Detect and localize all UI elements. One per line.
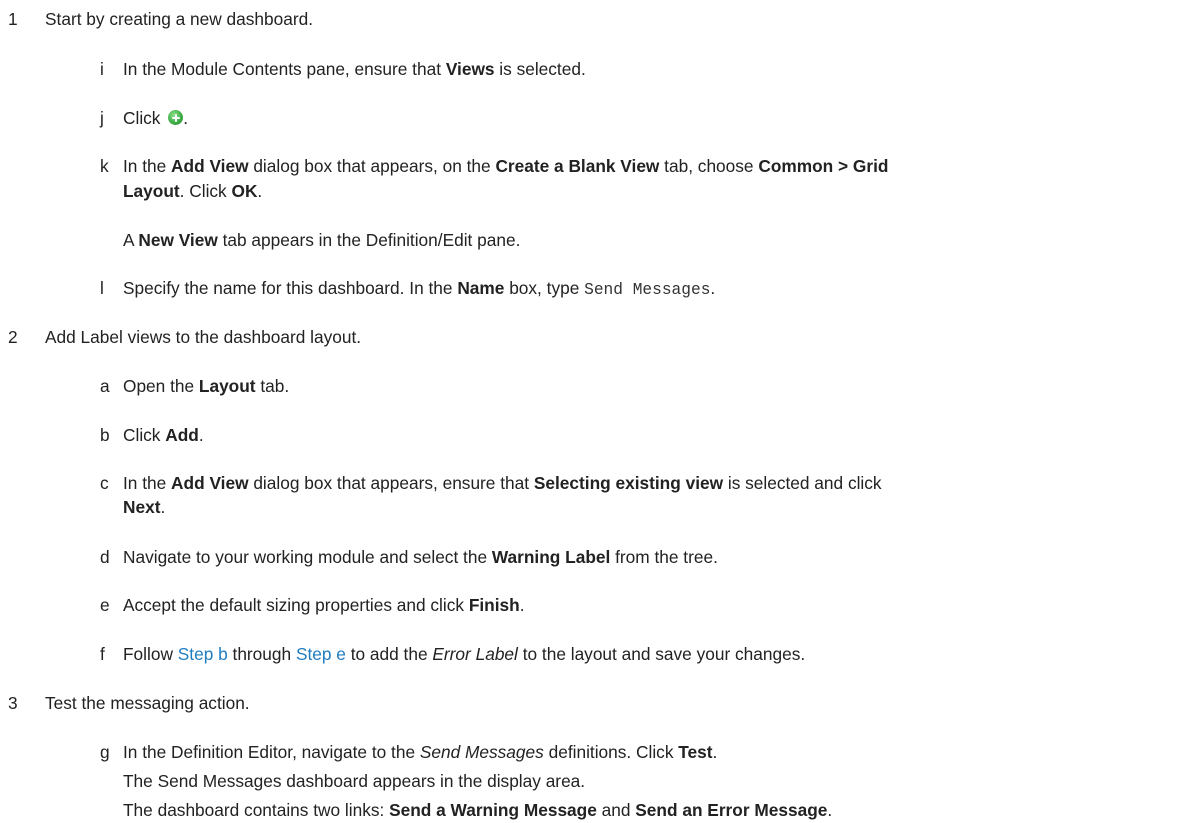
error-label-label: Error Label <box>432 644 518 664</box>
substep-g-result-2: The dashboard contains two links: Send a… <box>123 800 833 820</box>
substep-j-text: Click . <box>123 108 189 128</box>
substep-d-letter: d <box>100 547 110 567</box>
warning-label-label: Warning Label <box>491 547 611 567</box>
code-send-messages: Send Messages <box>584 281 711 299</box>
step-b-link[interactable]: Step b <box>178 644 228 664</box>
substep-d-text: Navigate to your working module and sele… <box>123 547 718 567</box>
substep-b-text: Click Add. <box>123 425 204 445</box>
substep-c-text-line2: Next. <box>123 497 166 517</box>
send-warning-message-label: Send a Warning Message <box>389 800 597 820</box>
finish-label: Finish <box>468 595 520 615</box>
substep-k-text-line1: In the Add View dialog box that appears,… <box>123 156 889 176</box>
substep-a-text: Open the Layout tab. <box>123 376 290 396</box>
substep-k-text-line2: Layout. Click OK. <box>123 181 263 201</box>
step-1-text: Start by creating a new dashboard. <box>45 9 314 29</box>
add-view-label: Add View <box>171 156 249 176</box>
substep-c-text-line1: In the Add View dialog box that appears,… <box>123 473 882 493</box>
next-label: Next <box>123 497 161 517</box>
views-label: Views <box>445 59 495 79</box>
add-view-label-2: Add View <box>171 473 249 493</box>
selecting-existing-view-label: Selecting existing view <box>533 473 724 493</box>
substep-g-letter: g <box>100 742 110 762</box>
layout-label: Layout <box>123 181 180 201</box>
substep-a-letter: a <box>100 376 110 396</box>
add-label: Add <box>165 425 199 445</box>
substep-j-letter: j <box>100 108 104 128</box>
create-blank-view-label: Create a Blank View <box>495 156 660 176</box>
step-e-link[interactable]: Step e <box>296 644 346 664</box>
new-view-label: New View <box>138 230 218 250</box>
ok-label: OK <box>231 181 258 201</box>
substep-i-text: In the Module Contents pane, ensure that… <box>123 59 586 79</box>
step-2-text: Add Label views to the dashboard layout. <box>45 327 362 347</box>
step-3-text: Test the messaging action. <box>45 693 250 713</box>
step-2-number: 2 <box>8 327 18 347</box>
substep-g-result-1: The Send Messages dashboard appears in t… <box>123 771 586 791</box>
substep-l-text: Specify the name for this dashboard. In … <box>123 278 716 299</box>
layout-tab-label: Layout <box>198 376 256 396</box>
substep-f-letter: f <box>100 644 105 664</box>
substep-e-letter: e <box>100 595 110 615</box>
substep-k-letter: k <box>100 156 109 176</box>
substep-k-result: A New View tab appears in the Definition… <box>123 230 521 250</box>
substep-g-text: In the Definition Editor, navigate to th… <box>123 742 718 762</box>
send-error-message-label: Send an Error Message <box>635 800 828 820</box>
substep-b-letter: b <box>100 425 110 445</box>
substep-e-text: Accept the default sizing properties and… <box>123 595 525 615</box>
test-label: Test <box>678 742 713 762</box>
common-grid-label: Common > Grid <box>758 156 889 176</box>
substep-i-letter: i <box>100 59 104 79</box>
substep-l-letter: l <box>100 278 104 298</box>
substep-f-text: Follow Step b through Step e to add the … <box>123 644 806 664</box>
step-3-number: 3 <box>8 693 18 713</box>
substep-c-letter: c <box>100 473 109 493</box>
step-1-number: 1 <box>8 9 18 29</box>
add-circle-green-icon[interactable] <box>168 110 184 125</box>
name-label: Name <box>457 278 505 298</box>
send-messages-italic: Send Messages <box>419 742 544 762</box>
